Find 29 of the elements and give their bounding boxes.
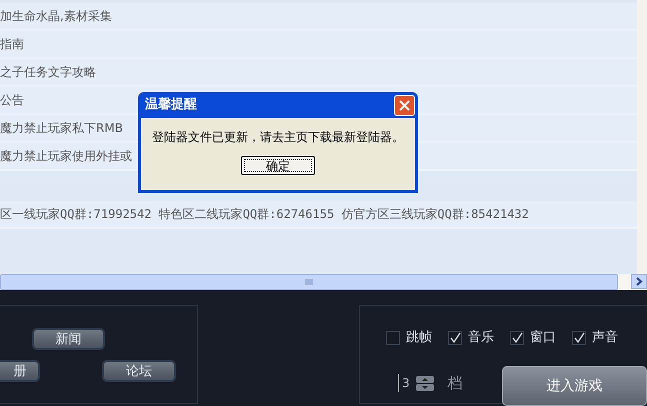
dialog-title: 温馨提醒	[145, 96, 197, 114]
link-button[interactable]: 论坛	[102, 360, 176, 382]
checkbox-label: 跳帧	[406, 329, 432, 347]
dialog-message: 登陆器文件已更新，请去主页下载最新登陆器。	[152, 129, 404, 146]
link-button[interactable]: 新闻	[32, 328, 105, 350]
checkbox-label: 声音	[592, 329, 618, 347]
news-item[interactable]: 加生命水晶,素材采集	[0, 7, 112, 25]
news-item[interactable]: 公告	[0, 91, 24, 109]
checkbox[interactable]	[510, 330, 524, 345]
chevron-right-icon	[636, 277, 642, 286]
speed-value[interactable]: 3	[398, 374, 410, 392]
link-button[interactable]: 册	[0, 360, 40, 382]
checkbox-label: 音乐	[468, 329, 494, 347]
close-button[interactable]	[394, 94, 415, 116]
vertical-scrollbar[interactable]	[637, 0, 647, 274]
scroll-right-button[interactable]	[631, 274, 647, 289]
close-icon	[399, 100, 410, 110]
news-item[interactable]: 之子任务文字攻略	[0, 63, 96, 81]
start-game-button[interactable]: 进入游戏	[502, 366, 647, 406]
ok-button[interactable]: 确定	[241, 156, 315, 175]
checkbox[interactable]	[572, 330, 586, 345]
checkbox[interactable]	[386, 330, 400, 345]
checkbox[interactable]	[448, 330, 462, 345]
spinner-icon[interactable]	[416, 376, 434, 391]
news-item[interactable]: 魔力禁止玩家使用外挂或	[0, 147, 132, 165]
checkbox-label: 窗口	[530, 329, 556, 347]
news-item[interactable]: 指南	[0, 35, 24, 53]
news-item[interactable]: 魔力禁止玩家私下RMB	[0, 119, 123, 137]
speed-unit: 档	[448, 373, 463, 394]
